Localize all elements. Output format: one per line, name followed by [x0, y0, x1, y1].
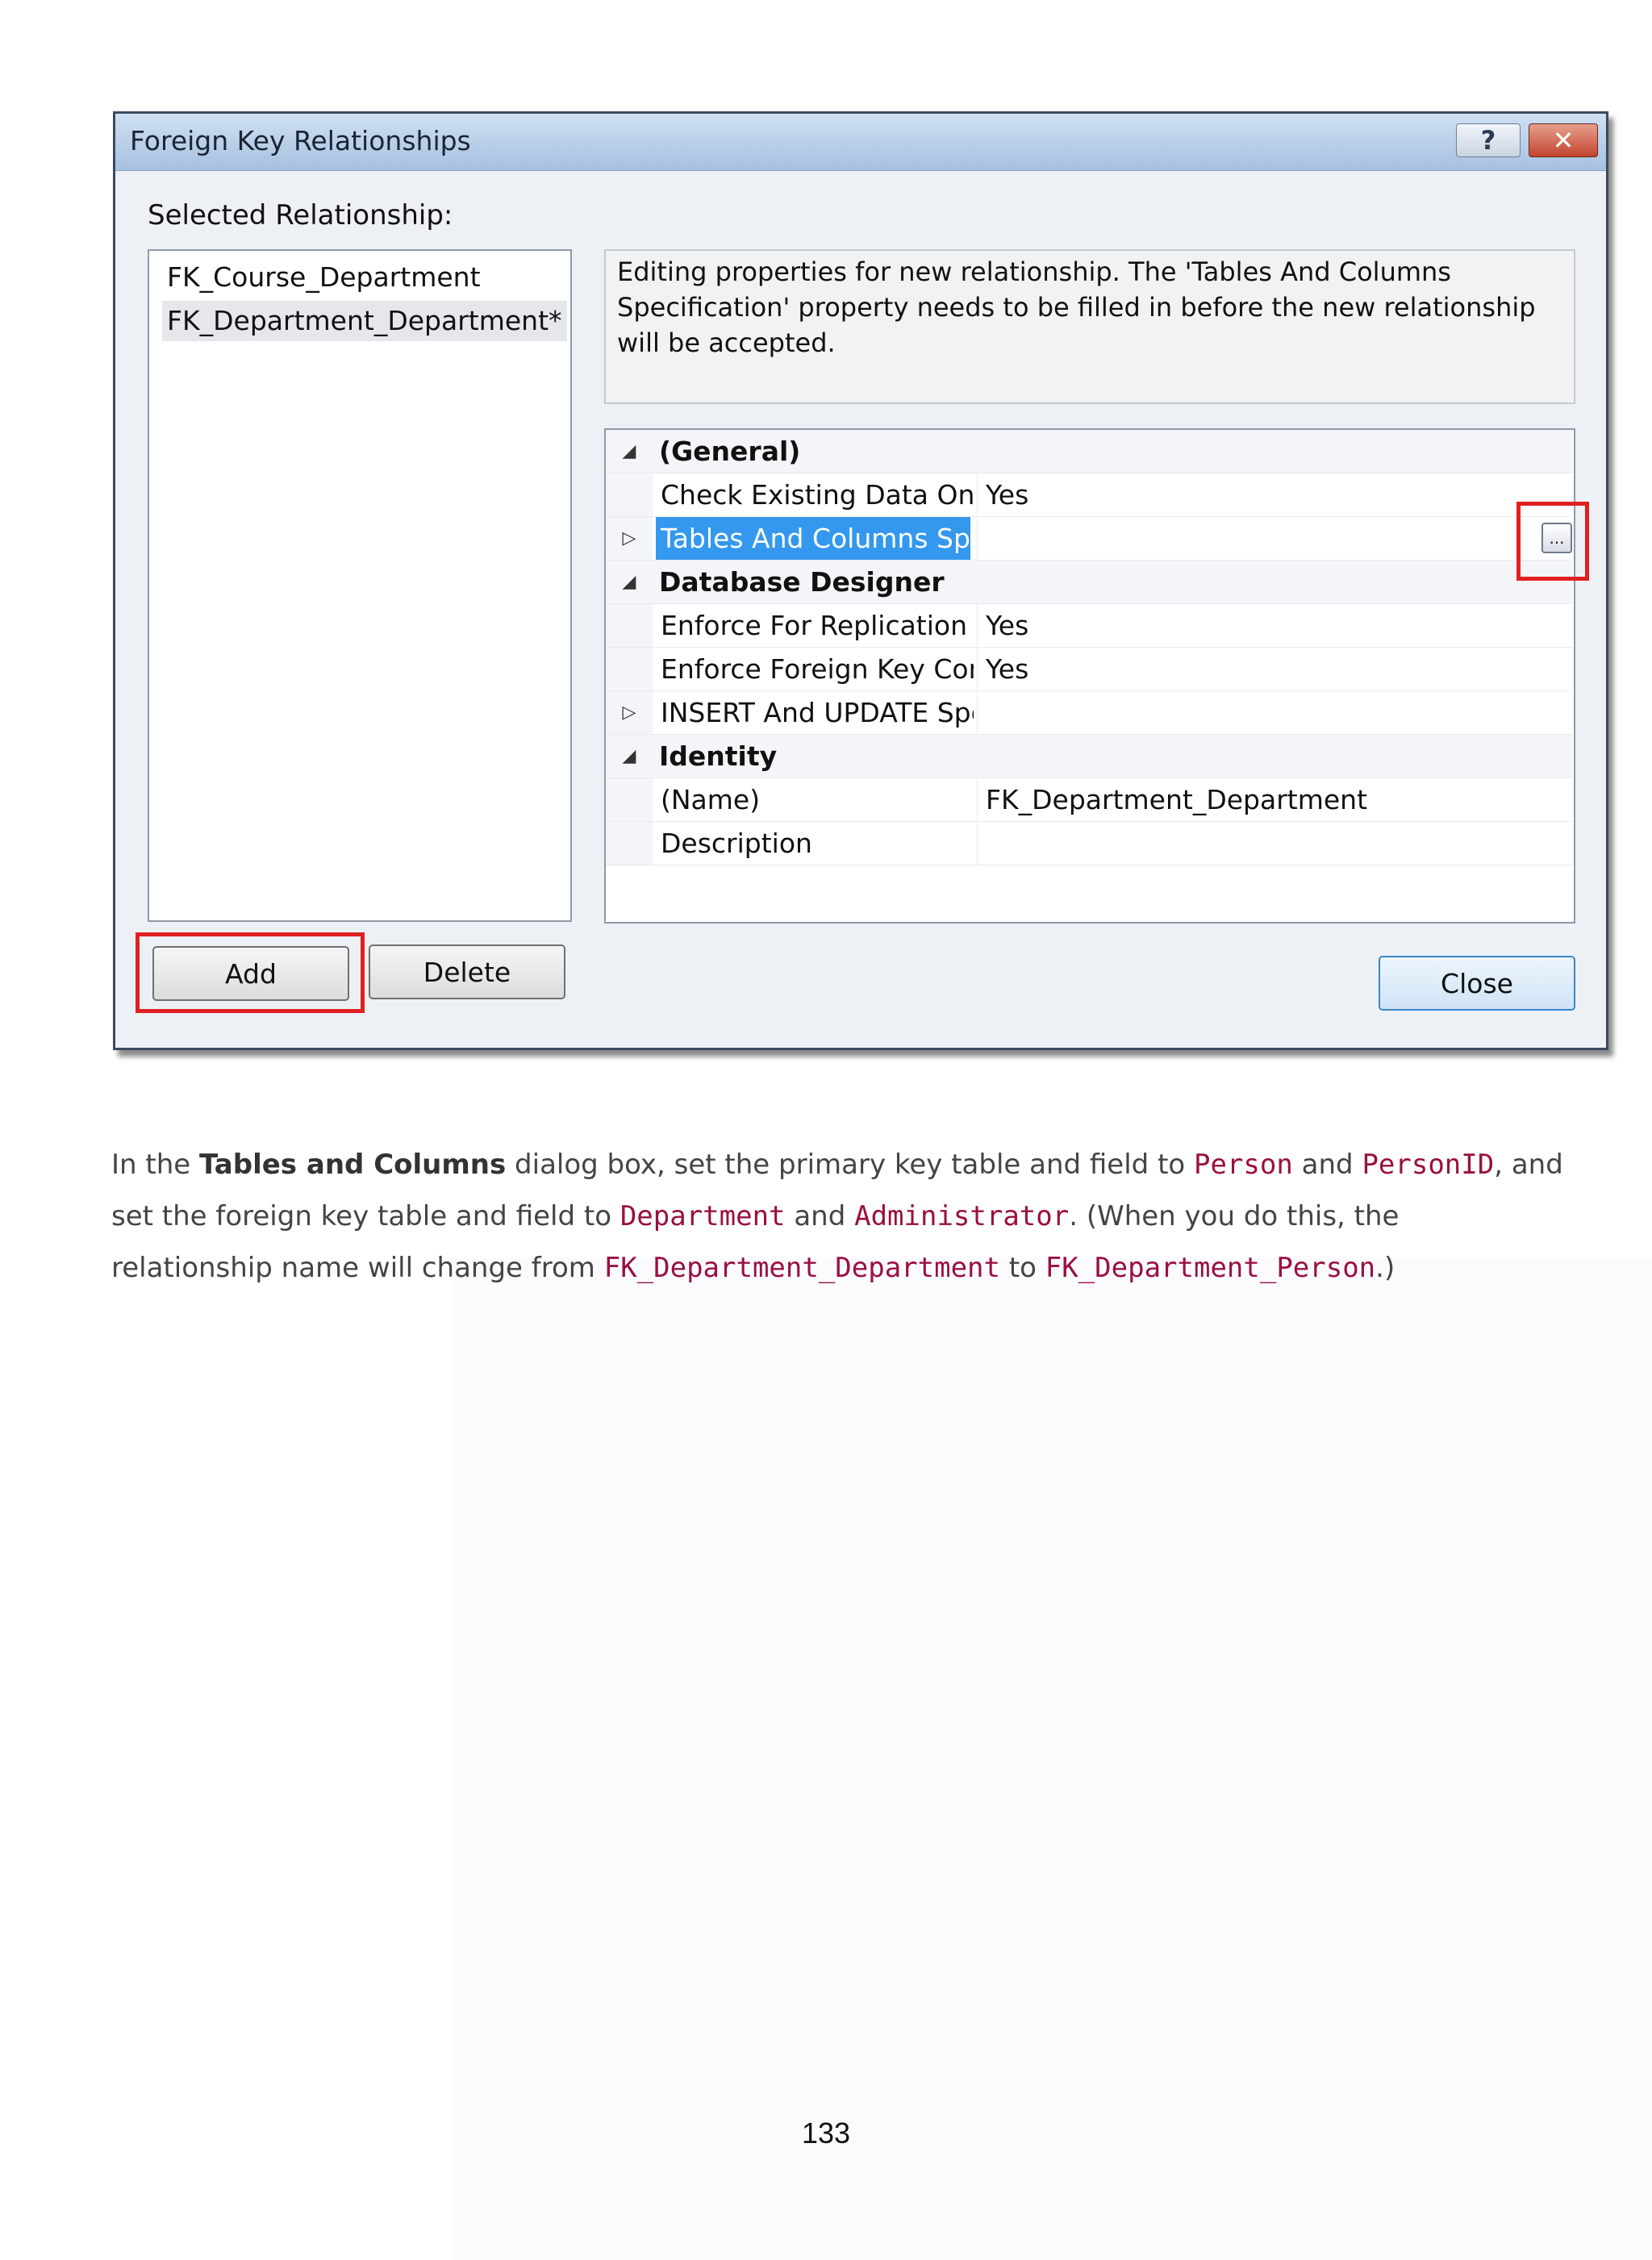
collapse-triangle-icon[interactable]: ◢ — [606, 735, 653, 778]
bold-text: Tables and Columns — [199, 1149, 507, 1181]
property-grid: ◢ (General) Check Existing Data On Creat… — [604, 428, 1575, 924]
expand-triangle-icon[interactable]: ▷ — [606, 517, 653, 560]
code-text: PersonID — [1362, 1149, 1495, 1181]
property-row[interactable]: Description — [606, 822, 1572, 865]
category-identity[interactable]: ◢ Identity — [606, 735, 1572, 778]
property-value[interactable] — [977, 691, 986, 734]
foreign-key-relationships-dialog: Foreign Key Relationships ? ✕ Selected R… — [113, 111, 1608, 1050]
code-text: Administrator — [854, 1200, 1070, 1232]
code-text: FK_Department_Person — [1045, 1252, 1376, 1284]
code-text: FK_Department_Department — [603, 1252, 1000, 1284]
ellipsis-highlight-box — [1516, 502, 1589, 581]
property-row[interactable]: Enforce Foreign Key Constrair Yes — [606, 648, 1572, 691]
info-message: Editing properties for new relationship.… — [604, 249, 1575, 404]
code-text: Department — [620, 1200, 786, 1232]
property-value[interactable]: Yes — [977, 648, 1028, 690]
property-value[interactable]: Yes — [977, 473, 1028, 516]
collapse-triangle-icon[interactable]: ◢ — [606, 430, 653, 473]
property-row[interactable]: Check Existing Data On Creati Yes — [606, 473, 1572, 517]
help-icon: ? — [1480, 125, 1496, 156]
property-row-selected[interactable]: ▷ Tables And Columns Specific ... — [606, 517, 1572, 561]
relationship-list[interactable]: FK_Course_Department FK_Department_Depar… — [148, 249, 572, 922]
instruction-paragraph: In the Tables and Columns dialog box, se… — [111, 1139, 1563, 1294]
text: In the — [111, 1149, 199, 1181]
property-row[interactable]: ▷ INSERT And UPDATE Specific — [606, 691, 1572, 735]
text: dialog box, set the primary key table an… — [506, 1149, 1195, 1181]
property-row[interactable]: Enforce For Replication Yes — [606, 604, 1572, 648]
property-name: Description — [661, 828, 812, 859]
selected-relationship-label: Selected Relationship: — [148, 199, 453, 231]
help-button[interactable]: ? — [1456, 123, 1521, 157]
text: and — [1292, 1149, 1362, 1181]
category-label: Database Designer — [659, 566, 945, 598]
property-name: (Name) — [661, 784, 761, 815]
text: .) — [1375, 1252, 1395, 1284]
page-background-tint — [452, 1258, 1652, 2260]
dialog-title: Foreign Key Relationships — [130, 125, 471, 156]
property-value[interactable]: Yes — [977, 604, 1028, 647]
property-value[interactable] — [977, 517, 986, 560]
relationship-item[interactable]: FK_Course_Department — [162, 257, 486, 298]
property-name: Enforce Foreign Key Constrair — [661, 653, 974, 685]
property-name-highlighted: Tables And Columns Specific — [656, 517, 970, 560]
row-gutter — [606, 604, 653, 647]
row-gutter — [606, 648, 653, 690]
page-number: 133 — [801, 2116, 851, 2150]
property-value[interactable] — [977, 822, 986, 865]
expand-triangle-icon[interactable]: ▷ — [606, 691, 653, 734]
window-close-button[interactable]: ✕ — [1529, 123, 1598, 157]
row-gutter — [606, 822, 653, 865]
collapse-triangle-icon[interactable]: ◢ — [606, 561, 653, 603]
category-label: (General) — [659, 436, 801, 467]
delete-button[interactable]: Delete — [369, 944, 565, 999]
code-text: Person — [1194, 1149, 1293, 1181]
text: and — [785, 1200, 855, 1232]
property-name: INSERT And UPDATE Specific — [661, 697, 974, 728]
property-row[interactable]: (Name) FK_Department_Department — [606, 778, 1572, 822]
property-value[interactable]: FK_Department_Department — [977, 778, 1367, 821]
row-gutter — [606, 778, 653, 821]
relationship-item-selected[interactable]: FK_Department_Department* — [162, 301, 567, 341]
category-general[interactable]: ◢ (General) — [606, 430, 1572, 473]
add-highlight-box — [136, 932, 365, 1013]
category-database-designer[interactable]: ◢ Database Designer — [606, 561, 1572, 604]
category-label: Identity — [659, 740, 778, 772]
close-icon: ✕ — [1552, 125, 1575, 156]
row-gutter — [606, 473, 653, 516]
title-bar: Foreign Key Relationships ? ✕ — [115, 114, 1606, 171]
text: to — [1000, 1252, 1045, 1284]
property-name: Check Existing Data On Creati — [661, 479, 974, 511]
property-name: Enforce For Replication — [661, 610, 968, 641]
close-button[interactable]: Close — [1379, 956, 1575, 1011]
